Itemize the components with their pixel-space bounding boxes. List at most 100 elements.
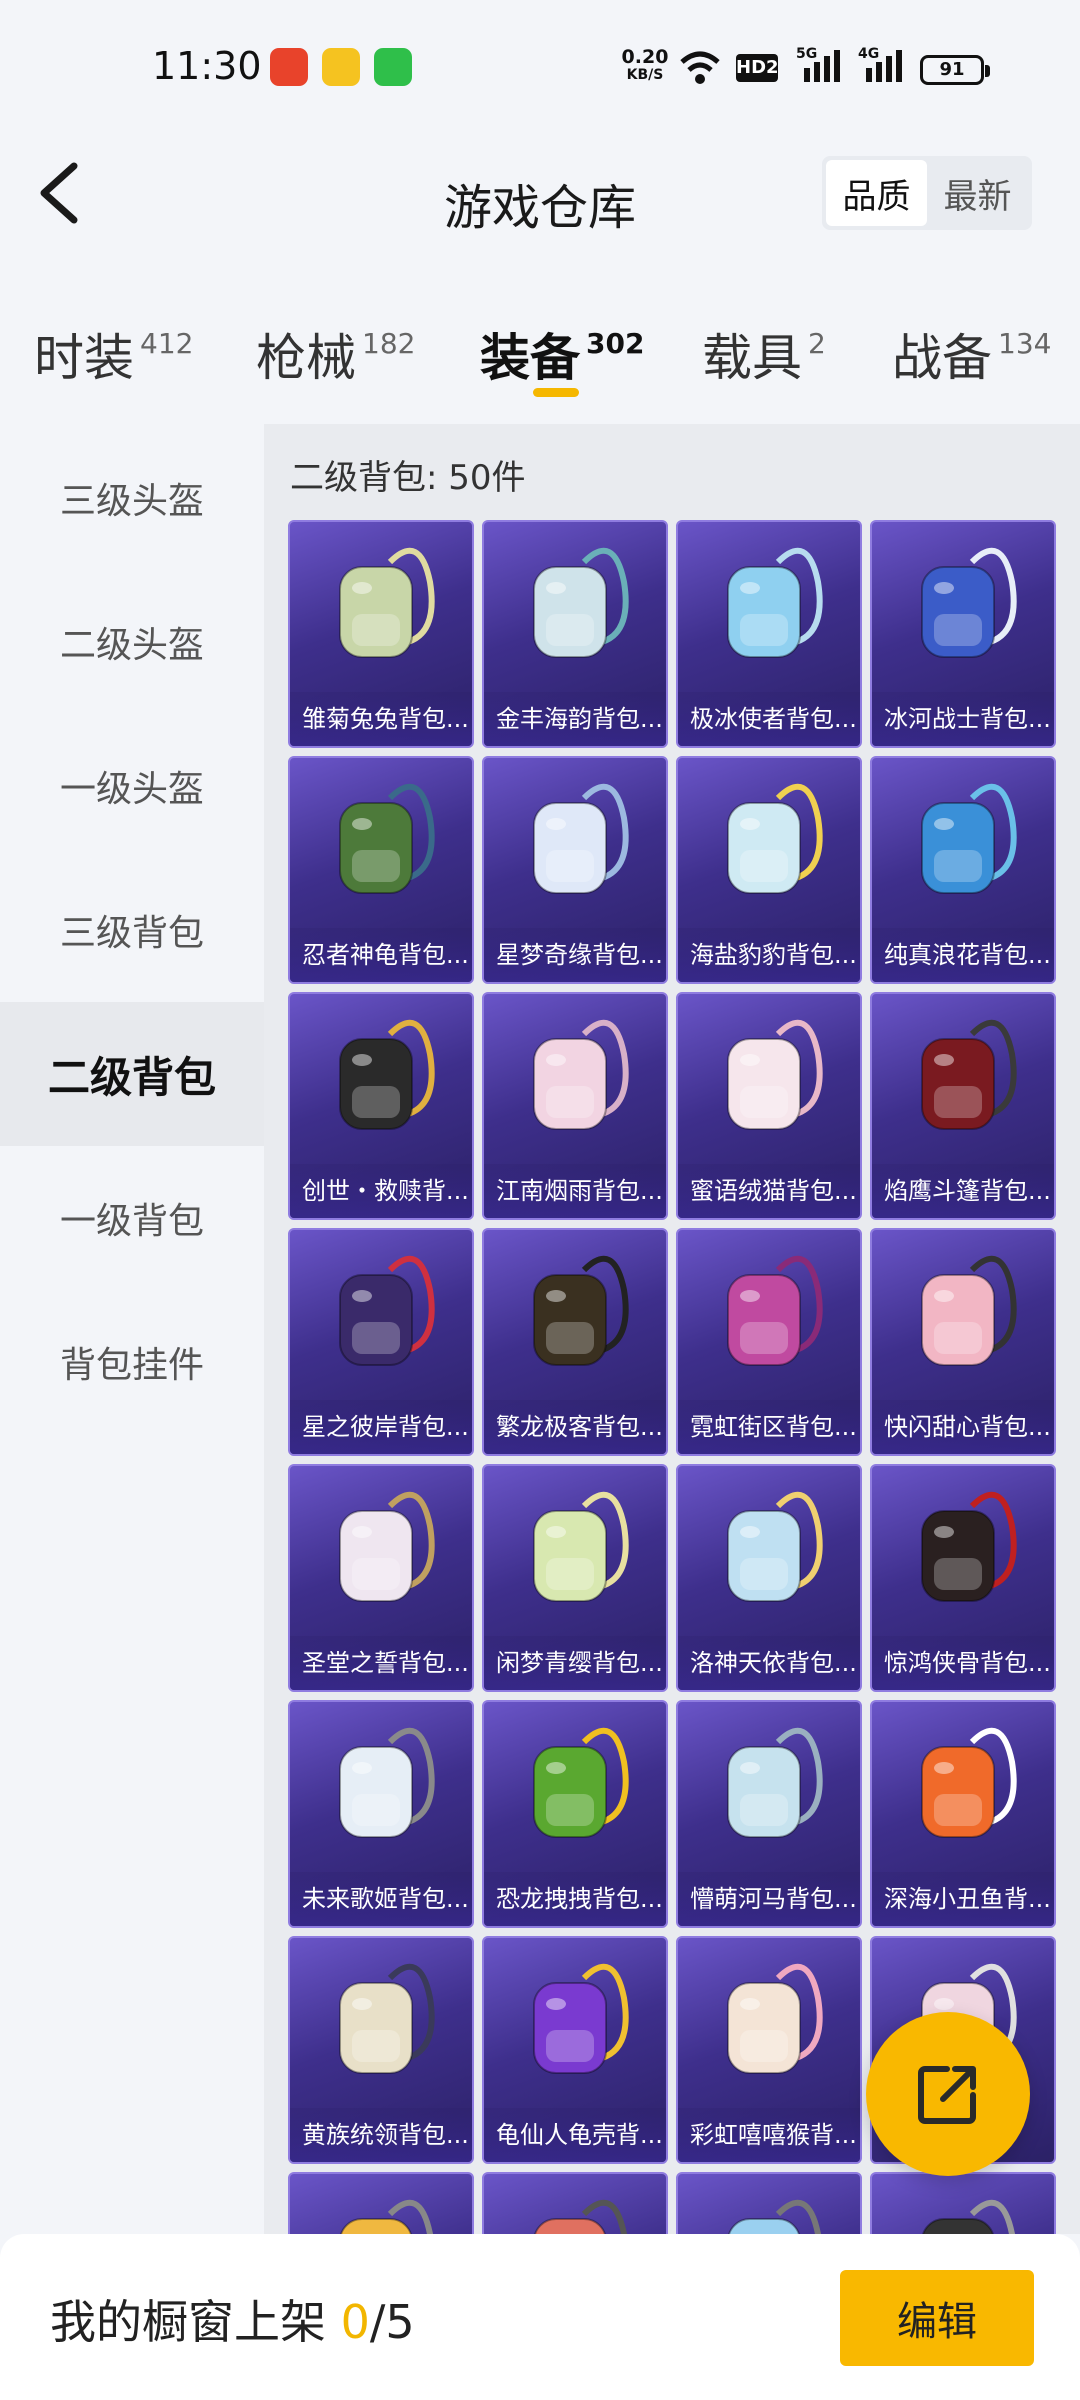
item-name: 繁龙极客背包...: [484, 1400, 666, 1454]
item-card[interactable]: 惊鸿侠骨背包...: [870, 1464, 1056, 1692]
item-name: 懵萌河马背包...: [678, 1872, 860, 1926]
backpack-image: [922, 2199, 1016, 2234]
item-card[interactable]: 圣堂之誓背包...: [288, 1464, 474, 1692]
item-name: 惊鸿侠骨背包...: [872, 1636, 1054, 1690]
item-card[interactable]: [482, 2172, 668, 2234]
signal-5g-icon: 5G: [796, 46, 844, 86]
backpack-image: [340, 2199, 434, 2234]
item-card[interactable]: 雏菊兔兔背包...: [288, 520, 474, 748]
status-bar: 11:30 0.20 KB/S HD2 5G 4G 91: [0, 0, 1080, 138]
item-name: 江南烟雨背包...: [484, 1164, 666, 1218]
item-name: 纯真浪花背包...: [872, 928, 1054, 982]
item-card[interactable]: 极冰使者背包...: [676, 520, 862, 748]
item-card[interactable]: 忍者神龟背包...: [288, 756, 474, 984]
backpack-image: [533, 1255, 629, 1366]
item-card[interactable]: 龟仙人龟壳背...: [482, 1936, 668, 2164]
item-name: 金丰海韵背包...: [484, 692, 666, 746]
battery-indicator: 91: [920, 55, 990, 85]
backpack-image: [727, 1727, 823, 1838]
item-card[interactable]: 纯真浪花背包...: [870, 756, 1056, 984]
item-name: 冰河战士背包...: [872, 692, 1054, 746]
item-name: 龟仙人龟壳背...: [484, 2108, 666, 2162]
item-card[interactable]: 彩虹嘻嘻猴背...: [676, 1936, 862, 2164]
tab-fashion[interactable]: 时装 412: [34, 318, 193, 390]
item-card[interactable]: 洛神天依背包...: [676, 1464, 862, 1692]
backpack-image: [533, 547, 629, 658]
item-name: 闲梦青缨背包...: [484, 1636, 666, 1690]
sort-toggle: 品质 最新: [822, 156, 1032, 230]
item-name: 彩虹嘻嘻猴背...: [678, 2108, 860, 2162]
sidebar-item-level1-helmet[interactable]: 一级头盔: [0, 714, 264, 858]
item-name: 快闪甜心背包...: [872, 1400, 1054, 1454]
item-card[interactable]: [870, 2172, 1056, 2234]
sidebar-item-level2-helmet[interactable]: 二级头盔: [0, 570, 264, 714]
backpack-image: [339, 1963, 435, 2074]
item-card[interactable]: 未来歌姬背包...: [288, 1700, 474, 1928]
item-card[interactable]: 快闪甜心背包...: [870, 1228, 1056, 1456]
tab-vehicles[interactable]: 载具 2: [702, 318, 826, 390]
item-name: 星梦奇缘背包...: [484, 928, 666, 982]
backpack-image: [727, 1019, 823, 1130]
item-card[interactable]: 霓虹街区背包...: [676, 1228, 862, 1456]
sidebar-item-level3-backpack[interactable]: 三级背包: [0, 858, 264, 1002]
item-card[interactable]: 江南烟雨背包...: [482, 992, 668, 1220]
sidebar-item-backpack-charm[interactable]: 背包挂件: [0, 1290, 264, 1434]
edit-button[interactable]: 编辑: [840, 2270, 1034, 2366]
item-card[interactable]: 冰河战士背包...: [870, 520, 1056, 748]
backpack-image: [921, 783, 1017, 894]
tab-guns[interactable]: 枪械 182: [256, 318, 415, 390]
tab-supplies[interactable]: 战备 134: [892, 318, 1051, 390]
item-card[interactable]: 星之彼岸背包...: [288, 1228, 474, 1456]
item-card[interactable]: 海盐豹豹背包...: [676, 756, 862, 984]
item-name: 未来歌姬背包...: [290, 1872, 472, 1926]
item-name: 焰鹰斗篷背包...: [872, 1164, 1054, 1218]
item-name: 霓虹街区背包...: [678, 1400, 860, 1454]
item-name: 雏菊兔兔背包...: [290, 692, 472, 746]
item-card[interactable]: 蜜语绒猫背包...: [676, 992, 862, 1220]
backpack-image: [339, 1255, 435, 1366]
share-button[interactable]: [866, 2012, 1030, 2176]
item-card[interactable]: 闲梦青缨背包...: [482, 1464, 668, 1692]
message-app-icon: [374, 48, 412, 86]
backpack-image: [921, 1491, 1017, 1602]
sidebar-item-level2-backpack[interactable]: 二级背包: [0, 1002, 264, 1146]
bottom-bar: 我的橱窗上架 0/5 编辑: [0, 2234, 1080, 2400]
item-name: 黄族统领背包...: [290, 2108, 472, 2162]
backpack-image: [921, 1255, 1017, 1366]
item-card[interactable]: 深海小丑鱼背...: [870, 1700, 1056, 1928]
item-name: 海盐豹豹背包...: [678, 928, 860, 982]
chevron-left-icon: [40, 162, 78, 224]
external-share-icon: [918, 2066, 976, 2124]
item-card[interactable]: 繁龙极客背包...: [482, 1228, 668, 1456]
sidebar: 三级头盔 二级头盔 一级头盔 三级背包 二级背包 一级背包 背包挂件: [0, 424, 264, 2234]
backpack-image: [921, 1019, 1017, 1130]
item-panel: 二级背包: 50件 雏菊兔兔背包... 金丰海韵背包... 极冰使者背包... 冰河战…: [264, 424, 1080, 2234]
item-card[interactable]: 黄族统领背包...: [288, 1936, 474, 2164]
sidebar-item-level1-backpack[interactable]: 一级背包: [0, 1146, 264, 1290]
shelf-status: 我的橱窗上架 0/5: [50, 2295, 415, 2349]
backpack-image: [533, 1491, 629, 1602]
backpack-image: [727, 783, 823, 894]
item-card[interactable]: 创世・救赎背...: [288, 992, 474, 1220]
backpack-image: [339, 1727, 435, 1838]
net-speed: 0.20 KB/S: [621, 46, 669, 84]
item-card[interactable]: 焰鹰斗篷背包...: [870, 992, 1056, 1220]
backpack-image: [533, 1963, 629, 2074]
video-app-icon: [270, 48, 308, 86]
back-button[interactable]: [30, 158, 90, 228]
item-name: 深海小丑鱼背...: [872, 1872, 1054, 1926]
item-card[interactable]: 星梦奇缘背包...: [482, 756, 668, 984]
item-card[interactable]: 恐龙拽拽背包...: [482, 1700, 668, 1928]
shelf-count: 0: [340, 2295, 370, 2349]
sidebar-item-level3-helmet[interactable]: 三级头盔: [0, 426, 264, 570]
sort-by-newest-button[interactable]: 最新: [927, 160, 1028, 226]
item-card[interactable]: [676, 2172, 862, 2234]
backpack-image: [339, 547, 435, 658]
tab-equipment[interactable]: 装备 302: [480, 318, 644, 390]
sort-by-quality-button[interactable]: 品质: [826, 160, 927, 226]
item-name: 忍者神龟背包...: [290, 928, 472, 982]
item-card[interactable]: 金丰海韵背包...: [482, 520, 668, 748]
item-card[interactable]: 懵萌河马背包...: [676, 1700, 862, 1928]
item-card[interactable]: [288, 2172, 474, 2234]
backpack-image: [727, 547, 823, 658]
